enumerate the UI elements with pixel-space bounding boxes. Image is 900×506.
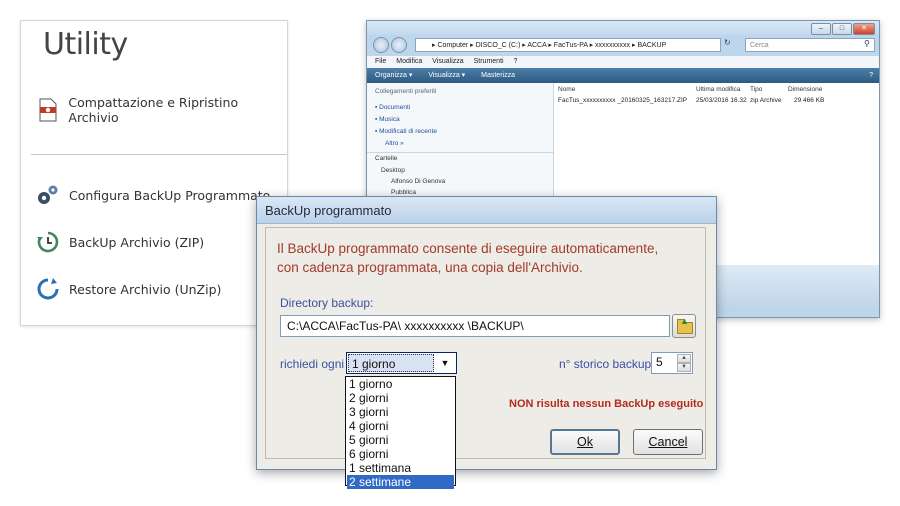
file-name: FacTus_xxxxxxxxxx _20160325_163217.ZIP [558, 97, 688, 104]
folder-desktop[interactable]: Desktop [381, 167, 405, 174]
file-modified: 25/03/2016 16.32 [696, 97, 747, 104]
dialog-title: BackUp programmato [265, 203, 392, 218]
address-bar[interactable]: ▸ Computer ▸ DISCO_C (C:) ▸ ACCA ▸ FacTu… [415, 38, 721, 52]
back-button[interactable] [373, 37, 389, 53]
option-1-settimana[interactable]: 1 settimana [347, 461, 454, 475]
dialog-message: Il BackUp programmato consente di esegui… [277, 239, 697, 277]
navigation-pane: Collegamenti preferiti ▪ Documenti ▪ Mus… [367, 83, 554, 203]
browse-folder-button[interactable]: ▲ [672, 314, 696, 338]
explorer-titlebar: – □ ✕ [367, 21, 879, 35]
folder-user[interactable]: Alfonso Di Genova [391, 178, 445, 185]
restore-arrow-icon [35, 276, 61, 302]
explorer-menubar: File Modifica Visualizza Strumenti ? [367, 56, 879, 68]
ok-button-label: Ok [577, 435, 593, 449]
file-row[interactable]: FacTus_xxxxxxxxxx _20160325_163217.ZIP [558, 97, 687, 104]
menu-modifica[interactable]: Modifica [396, 58, 422, 65]
message-line-2: con cadenza programmata, una copia dell'… [277, 260, 583, 275]
favorites-header: Collegamenti preferiti [375, 88, 437, 95]
fav-music-label: Musica [379, 116, 400, 123]
menu-file[interactable]: File [375, 58, 386, 65]
restore-archive-unzip-label: Restore Archivio (UnZip) [69, 281, 222, 297]
restore-archive-unzip-item[interactable]: Restore Archivio (UnZip) [35, 274, 221, 304]
fav-documents[interactable]: ▪ Documenti [375, 104, 410, 111]
chevron-down-icon[interactable]: ▼ [437, 355, 453, 371]
burn-button[interactable]: Masterizza [481, 72, 515, 79]
option-6-giorni[interactable]: 6 giorni [347, 447, 454, 461]
gears-icon [35, 182, 61, 208]
fav-music[interactable]: ▪ Musica [375, 116, 400, 123]
compact-repair-archive-label: Compattazione e Ripristino Archivio [68, 95, 239, 125]
history-count-stepper[interactable]: 5 ▲ ▼ [651, 352, 693, 374]
search-input[interactable]: Cerca [745, 38, 875, 52]
directory-label: Directory backup: [280, 296, 374, 310]
cancel-button-label: Cancel [648, 435, 688, 449]
fav-documents-label: Documenti [379, 104, 411, 111]
minimize-button[interactable]: – [811, 23, 831, 35]
option-2-giorni[interactable]: 2 giorni [347, 391, 454, 405]
option-3-giorni[interactable]: 3 giorni [347, 405, 454, 419]
clock-backup-icon [35, 229, 61, 255]
col-type[interactable]: Tipo [750, 86, 762, 93]
compact-repair-archive-item[interactable]: Compattazione e Ripristino Archivio [35, 95, 287, 125]
option-5-giorni[interactable]: 5 giorni [347, 433, 454, 447]
organize-button[interactable]: Organizza ▾ [375, 72, 412, 79]
frequency-dropdown-list: 1 giorno 2 giorni 3 giorni 4 giorni 5 gi… [345, 376, 456, 489]
history-count-label: n° storico backup [559, 357, 652, 371]
frequency-select[interactable]: 1 giorno ▼ [346, 352, 457, 374]
backup-status-text: NON risulta nessun BackUp eseguito [509, 398, 704, 410]
utility-panel: Utility Compattazione e Ripristino Archi… [20, 20, 288, 326]
backup-archive-zip-item[interactable]: BackUp Archivio (ZIP) [35, 227, 204, 257]
pane-separator [367, 152, 553, 153]
view-button[interactable]: Visualizza ▾ [428, 72, 465, 79]
close-button[interactable]: ✕ [853, 23, 875, 35]
utility-title: Utility [43, 27, 128, 62]
frequency-label: richiedi ogni [280, 357, 345, 371]
menu-help[interactable]: ? [514, 58, 518, 65]
file-size: 29 466 KB [794, 97, 825, 104]
search-icon[interactable]: ⚲ [864, 39, 870, 48]
option-1-giorno[interactable]: 1 giorno [347, 377, 454, 391]
option-2-settimane[interactable]: 2 settimane [347, 475, 454, 489]
folder-public[interactable]: Pubblica [391, 189, 416, 196]
stepper-down-icon[interactable]: ▼ [677, 363, 691, 372]
configure-scheduled-backup-label: Configura BackUp Programmato [69, 187, 271, 203]
col-name[interactable]: Nome [558, 86, 575, 93]
backup-archive-zip-label: BackUp Archivio (ZIP) [69, 234, 205, 250]
directory-input[interactable]: C:\ACCA\FacTus-PA\ xxxxxxxxxx \BACKUP\ [280, 315, 670, 337]
ok-button[interactable]: Ok [550, 429, 620, 455]
history-count-value: 5 [656, 355, 663, 369]
forward-button[interactable] [391, 37, 407, 53]
utility-separator [31, 154, 287, 155]
archive-repair-icon [35, 97, 60, 123]
frequency-selected-value: 1 giorno [348, 354, 434, 372]
folders-header[interactable]: Cartelle [375, 155, 397, 162]
menu-strumenti[interactable]: Strumenti [474, 58, 504, 65]
refresh-icon[interactable]: ↻ [724, 38, 731, 47]
cancel-button[interactable]: Cancel [633, 429, 703, 455]
stepper-up-icon[interactable]: ▲ [677, 354, 691, 363]
option-4-giorni[interactable]: 4 giorni [347, 419, 454, 433]
configure-scheduled-backup-item[interactable]: Configura BackUp Programmato [35, 180, 270, 210]
message-line-1: Il BackUp programmato consente di esegui… [277, 241, 659, 256]
col-size[interactable]: Dimensione [788, 86, 822, 93]
file-type: zip Archive [750, 97, 782, 104]
maximize-button[interactable]: □ [832, 23, 852, 35]
menu-visualizza[interactable]: Visualizza [432, 58, 463, 65]
help-icon[interactable]: ? [869, 68, 873, 83]
fav-more[interactable]: Altro » [385, 140, 404, 147]
fav-recent-label: Modificati di recente [379, 128, 437, 135]
backup-dialog: BackUp programmato Il BackUp programmato… [256, 196, 717, 470]
fav-recent[interactable]: ▪ Modificati di recente [375, 128, 437, 135]
col-modified[interactable]: Ultima modifica [696, 86, 740, 93]
green-arrow-icon: ▲ [680, 316, 689, 326]
dialog-titlebar: BackUp programmato [257, 197, 716, 224]
explorer-toolbar: Organizza ▾ Visualizza ▾ Masterizza ? [367, 68, 879, 83]
